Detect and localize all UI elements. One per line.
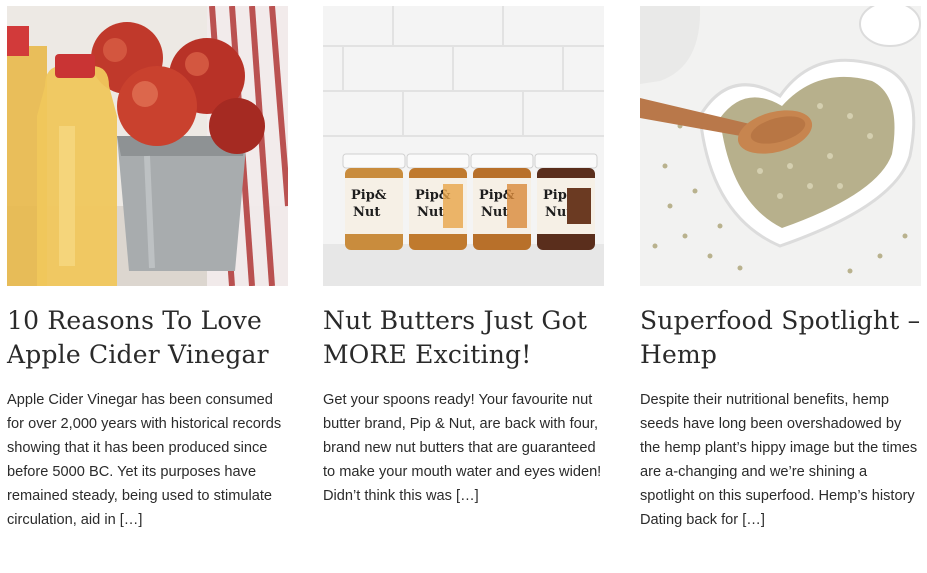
jar-3: Pip& Nut [470,153,534,250]
hemp-seeds-photo [640,6,921,286]
post-title[interactable]: 10 Reasons To Love Apple Cider Vinegar [7,304,288,372]
svg-text:Nut: Nut [353,205,380,220]
post-image-apple-cider-vinegar[interactable] [7,6,288,286]
post-excerpt: Apple Cider Vinegar has been consumed fo… [7,392,282,528]
svg-text:Nut: Nut [417,205,444,220]
post-card-nut-butters: Pip& Nut Pip& Nut Pip& Nut Pip& Nut Nut … [323,6,604,508]
jar-1: Pip& Nut [342,153,406,250]
post-card-apple-cider-vinegar: 10 Reasons To Love Apple Cider Vinegar A… [7,6,288,532]
svg-text:Pip&: Pip& [351,188,387,203]
post-title[interactable]: Nut Butters Just Got MORE Exciting! [323,304,604,372]
post-image-nut-butters[interactable]: Pip& Nut Pip& Nut Pip& Nut Pip& Nut [323,6,604,286]
post-title[interactable]: Superfood Spotlight – Hemp [640,304,921,372]
nut-butter-jars-photo: Pip& Nut Pip& Nut Pip& Nut Pip& Nut [323,6,604,286]
svg-text:Nut: Nut [481,205,508,220]
post-excerpt: Despite their nutritional benefits, hemp… [640,392,918,528]
post-card-superfood-hemp: Superfood Spotlight – Hemp Despite their… [640,6,921,532]
jar-2: Pip& Nut [406,153,470,250]
jar-4: Pip& Nut [534,153,598,250]
post-excerpt: Get your spoons ready! Your favourite nu… [323,392,602,504]
post-image-superfood-hemp[interactable] [640,6,921,286]
apple-cider-photo [7,6,288,286]
